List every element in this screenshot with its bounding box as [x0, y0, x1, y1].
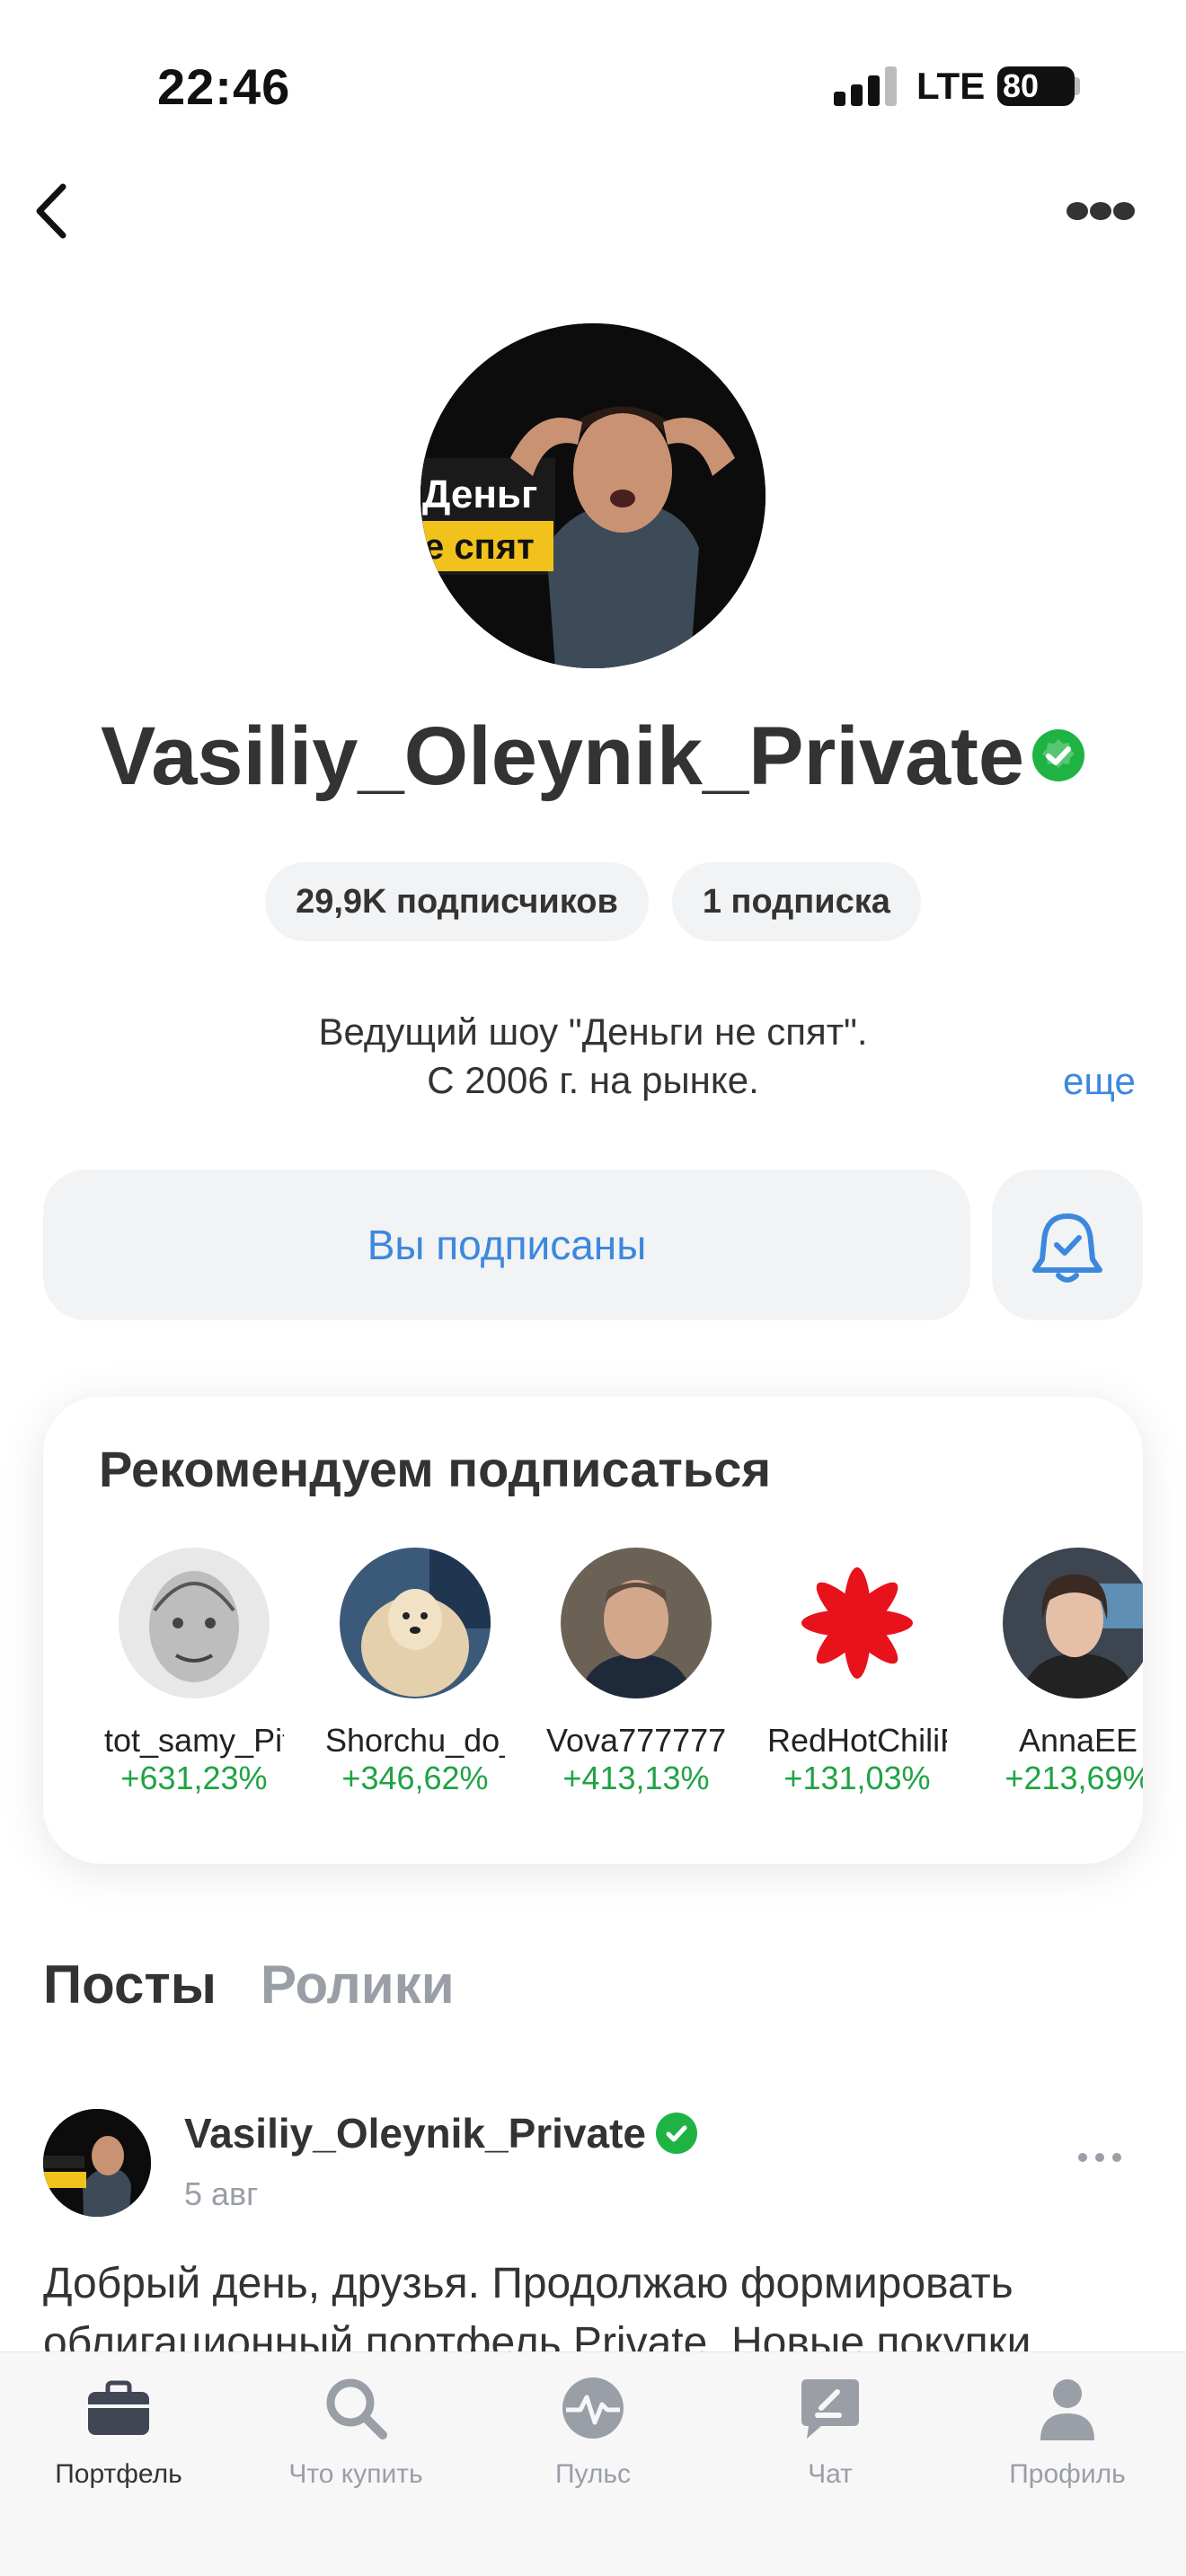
recommend-item[interactable]: RedHotChiliP +131,03%	[767, 1548, 947, 1797]
recommend-name: AnnaEE	[1018, 1722, 1138, 1759]
bottom-nav: Портфель Что купить Пульс Чат Профиль	[0, 2351, 1186, 2576]
nav-pulse[interactable]: Пульс	[503, 2372, 683, 2490]
recommend-gain: +131,03%	[783, 1760, 931, 1796]
recommend-item[interactable]: Shorchu_do_ +346,62%	[325, 1548, 505, 1797]
signal-icon	[834, 66, 898, 106]
profile-avatar[interactable]: Деньг е спят	[420, 323, 766, 668]
nav-label: Что купить	[288, 2459, 423, 2489]
nav-portfolio[interactable]: Портфель	[29, 2372, 208, 2490]
search-icon	[326, 2378, 387, 2439]
avatar-photo: Деньг е спят	[420, 323, 766, 668]
recommend-title: Рекомендуем подписаться	[99, 1441, 772, 1497]
nav-label: Профиль	[1009, 2459, 1126, 2489]
recommend-card: Рекомендуем подписаться tot_samy_Pit +63…	[43, 1397, 1143, 1864]
recommend-gain: +346,62%	[341, 1760, 489, 1796]
post-date: 5 авг	[184, 2175, 259, 2212]
bell-check-icon	[1032, 1213, 1102, 1283]
post-author-avatar[interactable]	[43, 2109, 151, 2217]
recommend-name: tot_samy_Pit	[104, 1722, 284, 1759]
verified-badge-icon	[656, 2112, 698, 2154]
chevron-left-icon	[36, 183, 66, 239]
recommend-avatar	[340, 1548, 491, 1698]
recommend-avatar	[782, 1548, 933, 1698]
tab-posts[interactable]: Посты	[43, 1954, 217, 2016]
profile-username: Vasiliy_Oleynik_Private	[0, 710, 1186, 804]
nav-chat[interactable]: Чат	[740, 2372, 920, 2490]
followers-pill[interactable]: 29,9K подписчиков	[265, 862, 649, 941]
pulse-icon	[562, 2378, 624, 2439]
status-bar: 22:46 LTE 80	[0, 0, 1186, 171]
recommend-item[interactable]: Vova777777 +413,13%	[546, 1548, 726, 1797]
recommend-item[interactable]: AnnaEE +213,69%	[988, 1548, 1143, 1797]
recommend-avatar	[1003, 1548, 1143, 1698]
avatar-logo-text-1: Деньг	[422, 472, 537, 516]
bio-line-1: Ведущий шоу "Деньги не спят".	[318, 1010, 868, 1053]
more-button[interactable]	[1065, 193, 1137, 229]
avatar-logo-text-2: е спят	[424, 527, 535, 567]
recommend-avatar	[119, 1548, 270, 1698]
chat-icon	[801, 2379, 859, 2439]
recommend-name: RedHotChiliP	[767, 1722, 947, 1759]
bio-line-2: С 2006 г. на рынке.	[427, 1059, 759, 1101]
tab-reels[interactable]: Ролики	[261, 1954, 455, 2016]
battery-icon: 80	[997, 66, 1075, 106]
back-button[interactable]	[27, 180, 81, 243]
recommend-name: Vova777777	[546, 1722, 726, 1759]
profile-bio: Ведущий шоу "Деньги не спят". С 2006 г. …	[0, 1008, 1186, 1105]
nav-label: Чат	[808, 2459, 853, 2489]
recommend-gain: +413,13%	[562, 1760, 710, 1796]
username-text: Vasiliy_Oleynik_Private	[100, 710, 1025, 802]
bio-more-link[interactable]: еще	[1063, 1060, 1136, 1103]
briefcase-icon	[88, 2380, 149, 2435]
post-author[interactable]: Vasiliy_Oleynik_Private	[184, 2109, 698, 2158]
nav-profile[interactable]: Профиль	[978, 2372, 1157, 2490]
recommend-gain: +631,23%	[120, 1760, 268, 1796]
battery-tip	[1075, 77, 1080, 95]
network-label: LTE	[916, 65, 986, 107]
recommend-gain: +213,69%	[1005, 1760, 1143, 1796]
post-menu-button[interactable]	[1076, 2151, 1123, 2164]
more-dots-icon	[1067, 202, 1135, 220]
subscribed-button[interactable]: Вы подписаны	[43, 1169, 970, 1320]
verified-badge-icon	[1032, 728, 1085, 781]
profile-stats: 29,9K подписчиков 1 подписка	[0, 862, 1186, 941]
recommend-name: Shorchu_do_	[325, 1722, 505, 1759]
nav-what-to-buy[interactable]: Что купить	[266, 2372, 446, 2490]
following-pill[interactable]: 1 подписка	[671, 862, 921, 941]
recommend-avatar	[561, 1548, 712, 1698]
more-horizontal-icon	[1078, 2153, 1121, 2162]
nav-label: Портфель	[55, 2459, 182, 2489]
profile-icon	[1040, 2379, 1094, 2440]
status-time: 22:46	[157, 58, 291, 115]
post-author-name: Vasiliy_Oleynik_Private	[184, 2110, 647, 2157]
nav-label: Пульс	[554, 2459, 632, 2489]
recommend-item[interactable]: tot_samy_Pit +631,23%	[104, 1548, 284, 1797]
notification-bell-button[interactable]	[992, 1169, 1143, 1320]
